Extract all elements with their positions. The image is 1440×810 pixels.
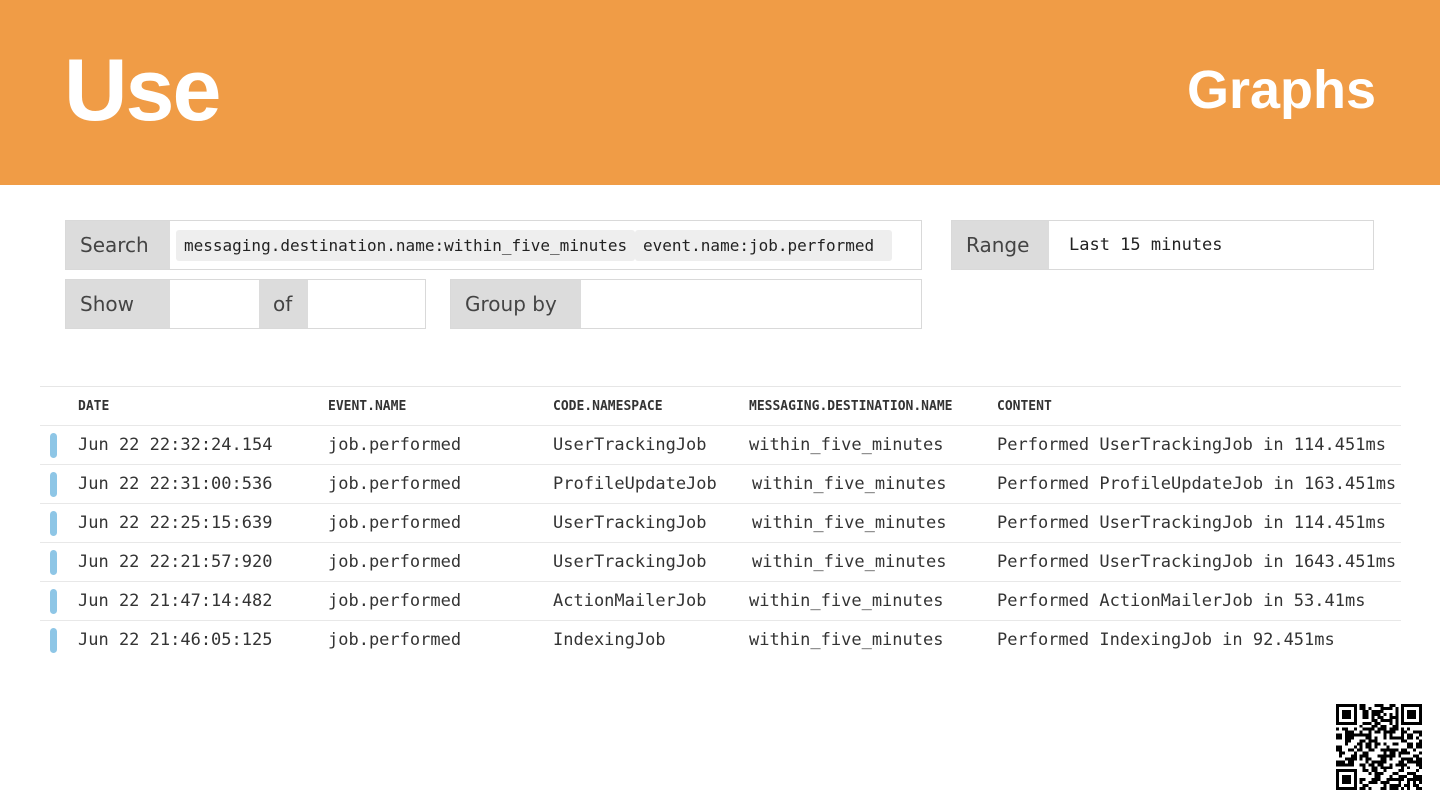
group-by-label: Group by xyxy=(451,280,581,328)
cell-code-namespace: ProfileUpdateJob xyxy=(553,474,717,494)
row-marker xyxy=(50,472,57,497)
cell-content: Performed ProfileUpdateJob in 163.451ms xyxy=(997,474,1397,494)
search-filter-chip[interactable]: messaging.destination.name:within_five_m… xyxy=(176,230,636,261)
row-marker xyxy=(50,628,57,653)
cell-content: Performed ActionMailerJob in 53.41ms xyxy=(997,591,1366,611)
group-by-input[interactable] xyxy=(581,280,921,328)
cell-messaging-destination: within_five_minutes xyxy=(752,513,947,533)
group-by-field[interactable]: Group by xyxy=(450,279,922,329)
range-value[interactable]: Last 15 minutes xyxy=(1069,221,1223,269)
table-header-row: DATE EVENT.NAME CODE.NAMESPACE MESSAGING… xyxy=(40,387,1401,426)
cell-messaging-destination: within_five_minutes xyxy=(749,435,944,455)
cell-code-namespace: IndexingJob xyxy=(553,630,666,650)
slide-section-title: Graphs xyxy=(1186,60,1376,120)
show-input[interactable] xyxy=(170,280,259,328)
cell-event-name: job.performed xyxy=(328,435,462,455)
slide-title: Use xyxy=(64,40,221,139)
show-field: Show of xyxy=(65,279,426,329)
row-marker xyxy=(50,589,57,614)
column-header-code-namespace[interactable]: CODE.NAMESPACE xyxy=(553,387,663,427)
cell-messaging-destination: within_five_minutes xyxy=(752,552,947,572)
column-header-content[interactable]: CONTENT xyxy=(997,387,1401,427)
range-field[interactable]: Range Last 15 minutes xyxy=(951,220,1374,270)
cell-date: Jun 22 22:21:57:920 xyxy=(78,552,273,572)
cell-messaging-destination: within_five_minutes xyxy=(749,591,944,611)
show-label: Show xyxy=(66,280,170,328)
show-of-input[interactable] xyxy=(308,280,425,328)
cell-date: Jun 22 21:46:05:125 xyxy=(78,630,273,650)
cell-code-namespace: UserTrackingJob xyxy=(553,435,707,455)
row-marker xyxy=(50,433,57,458)
table-row[interactable]: Jun 22 22:25:15:639 job.performed UserTr… xyxy=(40,504,1401,543)
column-header-messaging-destination[interactable]: MESSAGING.DESTINATION.NAME xyxy=(749,387,953,427)
cell-event-name: job.performed xyxy=(328,630,462,650)
row-marker xyxy=(50,511,57,536)
cell-code-namespace: UserTrackingJob xyxy=(553,513,707,533)
search-label: Search xyxy=(66,221,170,269)
cell-date: Jun 22 22:32:24.154 xyxy=(78,435,273,455)
column-header-date[interactable]: DATE xyxy=(78,387,109,427)
cell-date: Jun 22 22:31:00:536 xyxy=(78,474,273,494)
cell-content: Performed UserTrackingJob in 114.451ms xyxy=(997,513,1386,533)
range-label: Range xyxy=(952,221,1049,269)
cell-event-name: job.performed xyxy=(328,591,462,611)
search-field[interactable]: Search messaging.destination.name:within… xyxy=(65,220,922,270)
cell-event-name: job.performed xyxy=(328,474,462,494)
cell-date: Jun 22 22:25:15:639 xyxy=(78,513,273,533)
cell-date: Jun 22 21:47:14:482 xyxy=(78,591,273,611)
column-header-event-name[interactable]: EVENT.NAME xyxy=(328,387,406,427)
table-row[interactable]: Jun 22 22:31:00:536 job.performed Profil… xyxy=(40,465,1401,504)
search-filter-chip[interactable]: event.name:job.performed xyxy=(635,230,892,261)
slide-header: Use Graphs xyxy=(0,0,1440,185)
cell-event-name: job.performed xyxy=(328,513,462,533)
table-row[interactable]: Jun 22 21:47:14:482 job.performed Action… xyxy=(40,582,1401,621)
cell-code-namespace: UserTrackingJob xyxy=(553,552,707,572)
cell-content: Performed IndexingJob in 92.451ms xyxy=(997,630,1335,650)
table-row[interactable]: Jun 22 22:32:24.154 job.performed UserTr… xyxy=(40,426,1401,465)
cell-event-name: job.performed xyxy=(328,552,462,572)
qr-code-icon xyxy=(1336,704,1422,790)
show-of-label: of xyxy=(259,280,308,328)
table-row[interactable]: Jun 22 21:46:05:125 job.performed Indexi… xyxy=(40,621,1401,660)
row-marker xyxy=(50,550,57,575)
results-table: DATE EVENT.NAME CODE.NAMESPACE MESSAGING… xyxy=(40,386,1401,660)
cell-messaging-destination: within_five_minutes xyxy=(752,474,947,494)
cell-code-namespace: ActionMailerJob xyxy=(553,591,707,611)
table-row[interactable]: Jun 22 22:21:57:920 job.performed UserTr… xyxy=(40,543,1401,582)
cell-content: Performed UserTrackingJob in 1643.451ms xyxy=(997,552,1397,572)
cell-messaging-destination: within_five_minutes xyxy=(749,630,944,650)
cell-content: Performed UserTrackingJob in 114.451ms xyxy=(997,435,1386,455)
